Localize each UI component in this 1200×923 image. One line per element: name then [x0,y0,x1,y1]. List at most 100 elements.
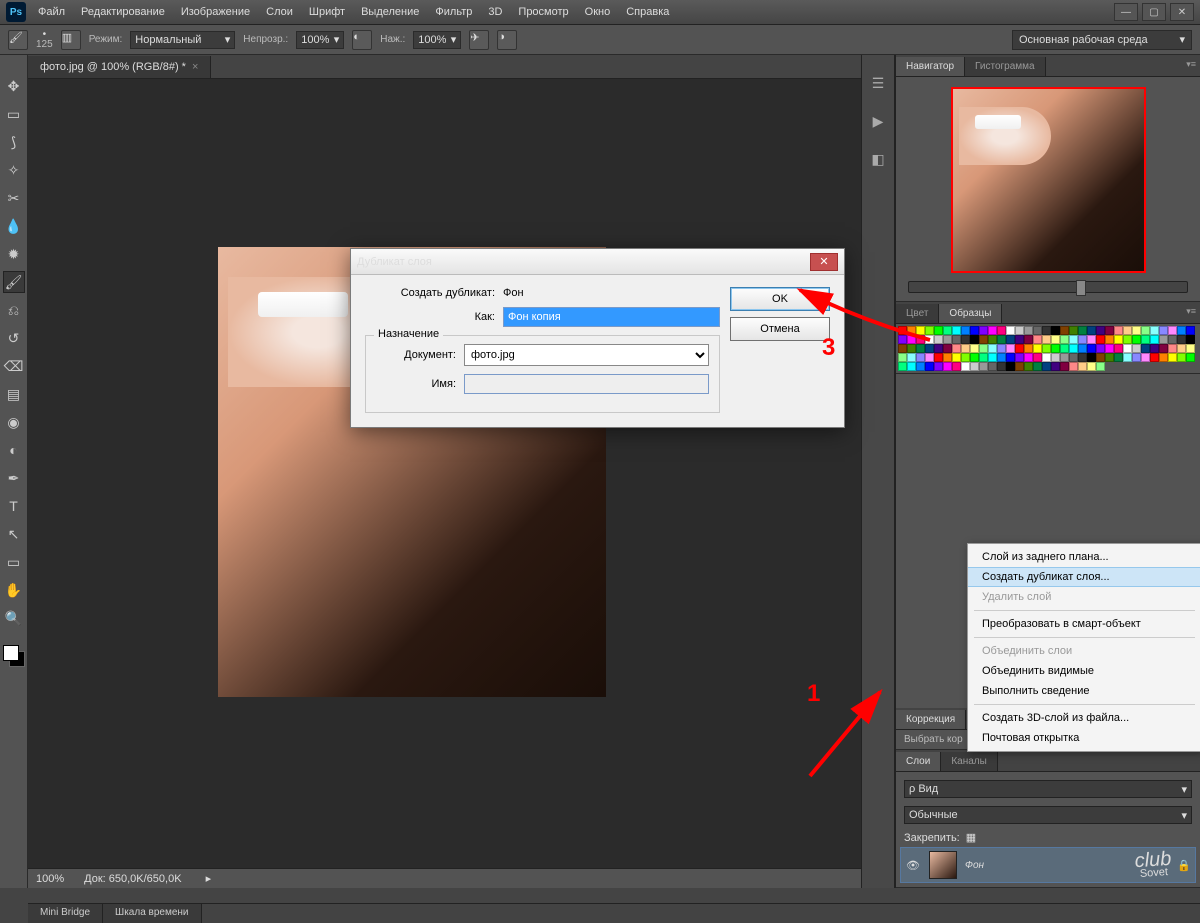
panel-menu-icon[interactable]: ▾≡ [1186,306,1196,317]
swatch[interactable] [979,353,988,362]
swatch[interactable] [907,326,916,335]
canvas[interactable] [28,79,861,868]
swatch[interactable] [1105,335,1114,344]
brush-preview-icon[interactable]: • [43,30,47,40]
swatch[interactable] [970,362,979,371]
swatch[interactable] [1150,353,1159,362]
swatch[interactable] [1078,344,1087,353]
swatch[interactable] [1141,335,1150,344]
healing-brush-tool-icon[interactable]: ✹ [3,243,25,265]
swatch[interactable] [1141,344,1150,353]
swatch[interactable] [943,326,952,335]
swatch[interactable] [934,353,943,362]
gradient-tool-icon[interactable]: ▤ [3,383,25,405]
swatch[interactable] [1042,326,1051,335]
tab-channels[interactable]: Каналы [941,752,998,771]
swatch[interactable] [1114,344,1123,353]
swatch[interactable] [1123,326,1132,335]
crop-tool-icon[interactable]: ✂ [3,187,25,209]
swatch[interactable] [961,335,970,344]
swatch[interactable] [1024,335,1033,344]
swatch[interactable] [1060,344,1069,353]
swatch[interactable] [1015,344,1024,353]
swatch[interactable] [1096,362,1105,371]
swatch[interactable] [1015,326,1024,335]
menu-3d[interactable]: 3D [480,2,510,22]
panel-menu-icon[interactable]: ▾≡ [1186,59,1196,70]
ctx-item[interactable]: Почтовая открытка [968,728,1200,748]
swatch[interactable] [1087,326,1096,335]
lasso-tool-icon[interactable]: ⟆ [3,131,25,153]
workspace-select[interactable]: Основная рабочая среда▾ [1012,30,1192,50]
blur-tool-icon[interactable]: ◉ [3,411,25,433]
swatch[interactable] [934,326,943,335]
swatch[interactable] [997,362,1006,371]
move-tool-icon[interactable]: ✥ [3,75,25,97]
tablet-pressure-size-icon[interactable]: ◑ [497,30,517,50]
swatch[interactable] [1006,353,1015,362]
swatch[interactable] [1033,344,1042,353]
swatch[interactable] [1150,335,1159,344]
swatch[interactable] [907,344,916,353]
history-brush-tool-icon[interactable]: ↺ [3,327,25,349]
swatch[interactable] [925,344,934,353]
swatch[interactable] [1051,362,1060,371]
swatch[interactable] [1132,353,1141,362]
swatch[interactable] [1105,353,1114,362]
swatch[interactable] [1168,344,1177,353]
swatch[interactable] [988,353,997,362]
ctx-item[interactable]: Преобразовать в смарт-объект [968,614,1200,634]
swatch[interactable] [952,353,961,362]
tab-swatches[interactable]: Образцы [939,304,1002,323]
swatch[interactable] [1141,326,1150,335]
swatch[interactable] [1024,362,1033,371]
swatch[interactable] [1105,344,1114,353]
swatch[interactable] [1006,326,1015,335]
swatch[interactable] [1042,353,1051,362]
swatch[interactable] [1024,353,1033,362]
swatch[interactable] [1096,326,1105,335]
swatch[interactable] [1051,326,1060,335]
swatch[interactable] [916,326,925,335]
swatch[interactable] [1096,335,1105,344]
tab-color[interactable]: Цвет [896,304,939,323]
swatch[interactable] [1150,344,1159,353]
swatch[interactable] [970,353,979,362]
swatch[interactable] [925,326,934,335]
swatch[interactable] [1114,353,1123,362]
swatch[interactable] [1123,344,1132,353]
swatch[interactable] [916,362,925,371]
ctx-item[interactable]: Создать дубликат слоя... [968,567,1200,587]
swatch[interactable] [1060,353,1069,362]
swatch[interactable] [988,362,997,371]
swatch[interactable] [1051,353,1060,362]
swatch[interactable] [979,335,988,344]
opacity-field[interactable]: 100%▾ [296,31,344,49]
document-tab[interactable]: фото.jpg @ 100% (RGB/8#) * × [28,56,211,78]
pen-tool-icon[interactable]: ✒ [3,467,25,489]
status-chevron-icon[interactable]: ▸ [206,872,212,885]
swatch[interactable] [1060,326,1069,335]
swatch[interactable] [961,326,970,335]
menu-справка[interactable]: Справка [618,2,677,22]
swatch[interactable] [979,326,988,335]
dialog-titlebar[interactable]: Дубликат слоя ✕ [351,249,844,275]
swatch[interactable] [1078,335,1087,344]
ctx-item[interactable]: Создать 3D-слой из файла... [968,708,1200,728]
swatch[interactable] [1159,353,1168,362]
swatch[interactable] [1015,353,1024,362]
swatch[interactable] [1069,362,1078,371]
ctx-item[interactable]: Выполнить сведение [968,681,1200,701]
tab-adjustments[interactable]: Коррекция [896,710,966,729]
magic-wand-tool-icon[interactable]: ✧ [3,159,25,181]
swatch[interactable] [1078,353,1087,362]
swatch[interactable] [934,335,943,344]
window-maximize-button[interactable]: ▢ [1142,3,1166,21]
swatch[interactable] [997,335,1006,344]
dodge-tool-icon[interactable]: ◐ [3,439,25,461]
window-close-button[interactable]: ✕ [1170,3,1194,21]
swatch[interactable] [907,335,916,344]
swatch[interactable] [1042,362,1051,371]
swatch[interactable] [1105,326,1114,335]
swatch[interactable] [1168,326,1177,335]
